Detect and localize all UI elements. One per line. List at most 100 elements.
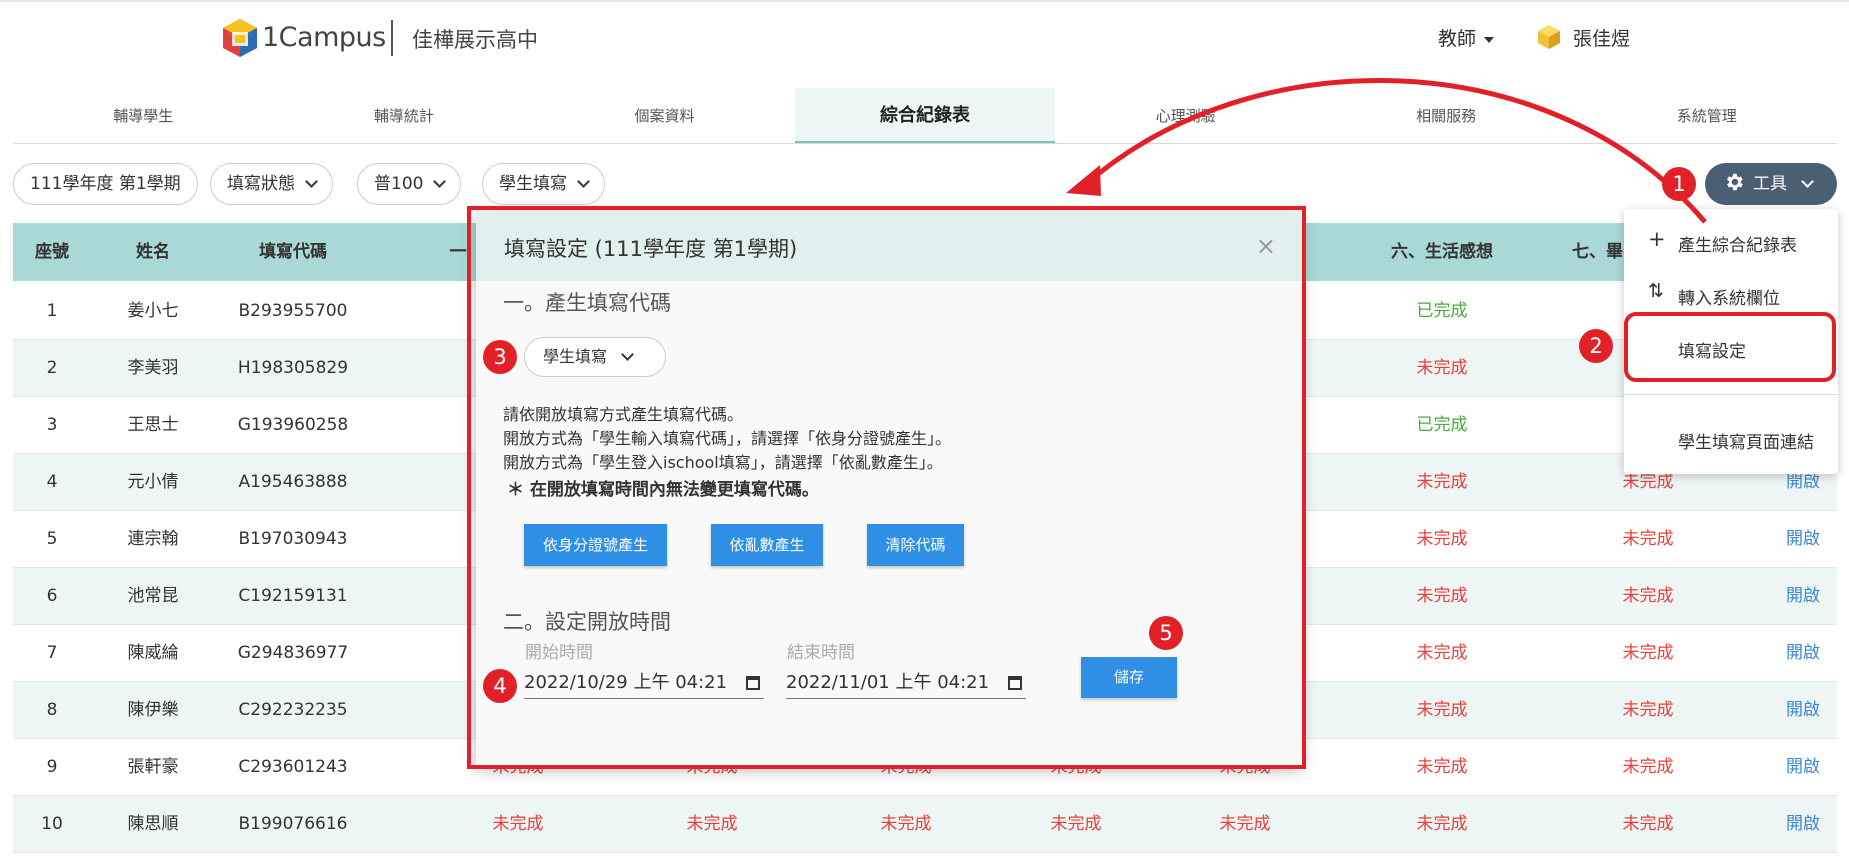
col-name: 姓名 [136, 242, 170, 262]
status-cell: 未完成 [686, 814, 738, 834]
code-cell: G294836977 [237, 643, 349, 663]
code-cell: C192159131 [238, 586, 348, 606]
seat-cell: 7 [46, 643, 58, 663]
caret-down-icon [1484, 36, 1495, 43]
seat-cell: 3 [46, 415, 58, 435]
name-cell: 陳威綸 [127, 643, 179, 663]
open-link[interactable]: 開啟 [1763, 739, 1843, 796]
annotation-badge-1: 1 [1662, 167, 1696, 201]
plus-icon: + [1648, 227, 1666, 251]
status-cell: 未完成 [1416, 586, 1468, 606]
annotation-badge-5: 5 [1149, 616, 1183, 650]
name-cell: 陳伊樂 [127, 700, 179, 720]
chevron-down-icon [433, 175, 447, 188]
semester-filter[interactable]: 111學年度 第1學期 [13, 163, 198, 205]
status-cell: 未完成 [880, 814, 932, 834]
table-row: 10 陳思順 B199076616 未完成 未完成 未完成 未完成 未完成 未完成 未完成 開啟 [13, 796, 1837, 853]
code-cell: C292232235 [238, 700, 348, 720]
open-link[interactable]: 開啟 [1763, 511, 1843, 568]
swap-arrows-icon: ⇅ [1648, 280, 1664, 302]
status-cell: 未完成 [1622, 700, 1674, 720]
tab-counseling-stats[interactable]: 輔導統計 [274, 88, 535, 143]
semester-filter-label: 111學年度 第1學期 [30, 174, 181, 194]
tab-related-services[interactable]: 相關服務 [1316, 88, 1577, 143]
status-cell: 未完成 [1050, 814, 1102, 834]
brand-name: 1Campus [262, 22, 386, 53]
class-filter[interactable]: 普100 [357, 163, 462, 205]
code-cell: H198305829 [237, 358, 349, 378]
name-cell: 張軒豪 [127, 757, 179, 777]
name-cell: 陳思順 [127, 814, 179, 834]
name-cell: 姜小七 [127, 301, 179, 321]
mode-filter-label: 學生填寫 [499, 174, 567, 194]
user-avatar-icon[interactable] [1536, 24, 1562, 50]
name-cell: 王思士 [127, 415, 179, 435]
name-cell: 連宗翰 [127, 529, 179, 549]
tab-psych-tests[interactable]: 心理測驗 [1055, 88, 1316, 143]
brand-divider [391, 20, 393, 56]
annotation-badge-2: 2 [1579, 329, 1613, 363]
seat-cell: 10 [41, 814, 63, 834]
seat-cell: 1 [46, 301, 58, 321]
tools-button-label: 工具 [1753, 174, 1787, 194]
status-cell: 未完成 [1416, 814, 1468, 834]
col-code: 填寫代碼 [259, 242, 327, 262]
status-cell: 未完成 [1416, 757, 1468, 777]
menu-item-label: 轉入系統欄位 [1678, 289, 1780, 309]
code-cell: B293955700 [238, 301, 348, 321]
col-6: 六、生活感想 [1391, 242, 1493, 262]
status-filter[interactable]: 填寫狀態 [210, 163, 333, 205]
annotation-badge-4: 4 [483, 669, 517, 703]
1campus-logo-icon [223, 19, 257, 57]
status-cell: 已完成 [1416, 415, 1468, 435]
open-link[interactable]: 開啟 [1763, 796, 1843, 853]
annotation-modal-highlight [467, 206, 1306, 769]
gear-icon [1727, 173, 1743, 191]
status-cell: 未完成 [1622, 814, 1674, 834]
status-filter-label: 填寫狀態 [227, 174, 295, 194]
status-cell: 未完成 [1219, 814, 1271, 834]
status-cell: 未完成 [1416, 700, 1468, 720]
name-cell: 池常昆 [127, 586, 179, 606]
open-link[interactable]: 開啟 [1763, 625, 1843, 682]
status-cell: 未完成 [1416, 529, 1468, 549]
username[interactable]: 張佳煜 [1573, 24, 1630, 51]
main-nav: 輔導學生 輔導統計 個案資料 綜合紀錄表 心理測驗 相關服務 系統管理 [13, 88, 1837, 144]
annotation-badge-3: 3 [483, 340, 517, 374]
code-cell: G193960258 [237, 415, 349, 435]
role-dropdown[interactable]: 教師 [1438, 24, 1495, 51]
seat-cell: 4 [46, 472, 58, 492]
chevron-down-icon [577, 175, 590, 188]
code-cell: C293601243 [238, 757, 348, 777]
app-root: 1Campus 佳樺展示高中 教師 張佳煜 輔導學生 輔導統計 個案資料 綜合紀… [0, 0, 1849, 862]
status-cell: 未完成 [1622, 586, 1674, 606]
open-link[interactable]: 開啟 [1763, 682, 1843, 739]
top-header: 1Campus 佳樺展示高中 教師 張佳煜 [0, 0, 1849, 72]
seat-cell: 2 [46, 358, 58, 378]
role-label: 教師 [1438, 28, 1477, 50]
chevron-down-icon [305, 175, 318, 188]
school-name: 佳樺展示高中 [412, 28, 538, 52]
status-cell: 已完成 [1416, 301, 1468, 321]
menu-divider [1624, 394, 1838, 395]
seat-cell: 6 [46, 586, 58, 606]
tab-system-admin[interactable]: 系統管理 [1576, 88, 1837, 143]
menu-item-label: 產生綜合紀錄表 [1678, 236, 1797, 256]
code-cell: B199076616 [238, 814, 348, 834]
code-cell: A195463888 [238, 472, 348, 492]
name-cell: 李美羽 [127, 358, 179, 378]
annotation-menu-highlight [1624, 312, 1836, 382]
status-cell: 未完成 [492, 814, 544, 834]
open-link[interactable]: 開啟 [1763, 568, 1843, 625]
tools-button[interactable]: 工具 [1705, 163, 1837, 205]
class-filter-label: 普100 [374, 174, 424, 194]
tab-case-records[interactable]: 個案資料 [534, 88, 795, 143]
seat-cell: 9 [46, 757, 58, 777]
status-cell: 未完成 [1416, 358, 1468, 378]
tab-comprehensive-record[interactable]: 綜合紀錄表 [794, 88, 1056, 143]
seat-cell: 8 [46, 700, 58, 720]
menu-item-label: 學生填寫頁面連結 [1678, 433, 1814, 453]
status-cell: 未完成 [1416, 472, 1468, 492]
tab-counseling-students[interactable]: 輔導學生 [13, 88, 274, 143]
mode-filter[interactable]: 學生填寫 [482, 163, 605, 205]
